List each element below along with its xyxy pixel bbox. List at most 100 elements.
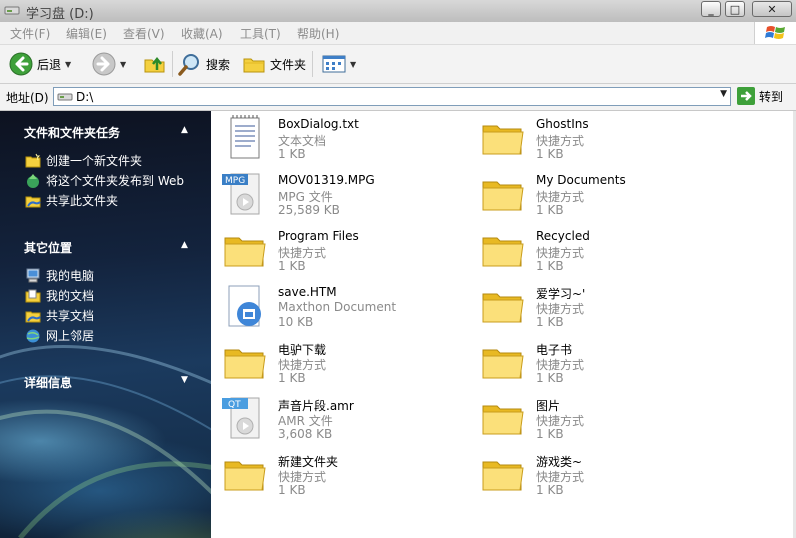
menu-bar: 文件(F) 编辑(E) 查看(V) 收藏(A) 工具(T) 帮助(H): [0, 22, 796, 45]
go-button[interactable]: 转到: [737, 87, 783, 105]
task-pane: 文件和文件夹任务 ▲ 创建一个新文件夹 将这个文件夹发布到 Web 共享此文件夹…: [0, 111, 211, 538]
file-item[interactable]: 电驴下载 快捷方式 1 KB: [221, 338, 471, 390]
maximize-button[interactable]: □: [725, 1, 745, 17]
back-label: 后退: [37, 57, 62, 72]
publish-web-icon: [27, 173, 39, 188]
file-type: Maxthon Document: [278, 300, 397, 314]
menu-tools[interactable]: 工具(T): [240, 25, 281, 42]
collapse-icon[interactable]: ▲: [181, 240, 188, 250]
task-label: 将这个文件夹发布到 Web: [46, 174, 184, 188]
back-arrow-icon: [9, 52, 33, 76]
drive-icon: [57, 93, 73, 101]
forward-button[interactable]: ▼: [92, 45, 126, 83]
file-item[interactable]: QT 声音片段.amr AMR 文件 3,608 KB: [221, 394, 471, 446]
file-size: 1 KB: [536, 483, 564, 497]
task-publish-web[interactable]: 将这个文件夹发布到 Web: [25, 172, 184, 189]
place-shared-documents[interactable]: 共享文档: [25, 307, 94, 324]
file-size: 1 KB: [536, 147, 564, 161]
html-file-icon: [221, 282, 269, 330]
minimize-button[interactable]: _: [701, 1, 721, 17]
my-documents-icon: [25, 289, 41, 302]
file-item[interactable]: 新建文件夹 快捷方式 1 KB: [221, 450, 471, 502]
search-button[interactable]: 搜索: [178, 45, 230, 83]
address-label: 地址(D): [6, 91, 49, 105]
folders-label: 文件夹: [270, 57, 307, 72]
folders-button[interactable]: 文件夹: [242, 45, 306, 83]
address-dropdown-icon[interactable]: ▼: [720, 89, 727, 99]
folder-icon: [221, 450, 269, 498]
back-button[interactable]: 后退 ▼: [9, 45, 71, 83]
file-item[interactable]: 爱学习~' 快捷方式 1 KB: [479, 282, 729, 334]
menu-view[interactable]: 查看(V): [123, 25, 165, 42]
file-item[interactable]: GhostIns 快捷方式 1 KB: [479, 114, 729, 166]
menu-help[interactable]: 帮助(H): [297, 25, 339, 42]
shared-documents-icon: [25, 311, 41, 322]
file-name: MOV01319.MPG: [278, 173, 375, 187]
file-item[interactable]: Recycled 快捷方式 1 KB: [479, 226, 729, 278]
new-folder-icon: [25, 153, 41, 167]
file-size: 1 KB: [278, 371, 306, 385]
file-item[interactable]: 图片 快捷方式 1 KB: [479, 394, 729, 446]
amr-file-icon: QT: [221, 394, 269, 442]
file-item[interactable]: save.HTM Maxthon Document 10 KB: [221, 282, 471, 334]
file-item[interactable]: BoxDialog.txt 文本文档 1 KB: [221, 114, 471, 166]
maximize-icon: □: [729, 2, 741, 16]
task-share-folder[interactable]: 共享此文件夹: [25, 192, 118, 209]
folder-icon: [479, 394, 527, 442]
tasks-panel-title[interactable]: 文件和文件夹任务: [24, 124, 120, 141]
close-button[interactable]: ✕: [752, 1, 792, 17]
views-dropdown-icon[interactable]: ▼: [350, 60, 356, 69]
file-size: 1 KB: [536, 427, 564, 441]
search-label: 搜索: [206, 57, 231, 72]
windows-flag-icon: [765, 26, 785, 39]
views-icon: [322, 55, 346, 73]
forward-dropdown-icon[interactable]: ▼: [120, 60, 126, 69]
window-title: 学习盘 (D:): [26, 7, 94, 22]
place-network[interactable]: 网上邻居: [25, 327, 94, 344]
up-folder-button[interactable]: [143, 45, 167, 83]
go-arrow-icon: [737, 87, 755, 105]
file-name: My Documents: [536, 173, 626, 187]
menu-edit[interactable]: 编辑(E): [66, 25, 107, 42]
windows-logo: [754, 22, 796, 44]
menu-favorites[interactable]: 收藏(A): [181, 25, 223, 42]
file-size: 25,589 KB: [278, 203, 340, 217]
folder-icon: [221, 338, 269, 386]
mpg-file-icon: MPG: [221, 170, 269, 218]
file-item[interactable]: 电子书 快捷方式 1 KB: [479, 338, 729, 390]
file-item[interactable]: 游戏类~ 快捷方式 1 KB: [479, 450, 729, 502]
share-folder-icon: [25, 196, 41, 207]
folder-icon: [479, 282, 527, 330]
place-label: 网上邻居: [46, 329, 95, 343]
file-size: 1 KB: [536, 371, 564, 385]
file-size: 1 KB: [536, 259, 564, 273]
folder-icon: [479, 226, 527, 274]
expand-icon[interactable]: ▼: [181, 375, 188, 385]
file-size: 1 KB: [536, 315, 564, 329]
file-item[interactable]: MPG MOV01319.MPG MPG 文件 25,589 KB: [221, 170, 471, 222]
file-size: 1 KB: [536, 203, 564, 217]
place-label: 我的电脑: [46, 269, 95, 283]
menu-file[interactable]: 文件(F): [10, 25, 50, 42]
folder-icon: [479, 338, 527, 386]
file-name: save.HTM: [278, 285, 337, 299]
search-icon: [178, 54, 199, 76]
file-item[interactable]: Program Files 快捷方式 1 KB: [221, 226, 471, 278]
svg-text:MPG: MPG: [225, 176, 245, 186]
place-my-computer[interactable]: 我的电脑: [25, 267, 94, 284]
place-my-documents[interactable]: 我的文档: [25, 287, 94, 304]
file-list: BoxDialog.txt 文本文档 1 KB GhostIns 快捷方式 1 KB MPG…: [211, 111, 796, 538]
file-size: 3,608 KB: [278, 427, 333, 441]
title-bar: 学习盘 (D:) _ □ ✕: [0, 0, 796, 23]
back-dropdown-icon[interactable]: ▼: [65, 60, 71, 69]
places-panel-title[interactable]: 其它位置: [24, 239, 72, 256]
my-computer-icon: [26, 268, 40, 282]
file-item[interactable]: My Documents 快捷方式 1 KB: [479, 170, 729, 222]
views-button[interactable]: ▼: [322, 45, 356, 83]
address-input[interactable]: D:\ ▼: [53, 87, 731, 106]
task-label: 创建一个新文件夹: [46, 154, 143, 168]
forward-arrow-icon: [92, 52, 116, 76]
collapse-icon[interactable]: ▲: [181, 125, 188, 135]
task-new-folder[interactable]: 创建一个新文件夹: [25, 152, 142, 169]
details-panel-title[interactable]: 详细信息: [24, 374, 72, 391]
